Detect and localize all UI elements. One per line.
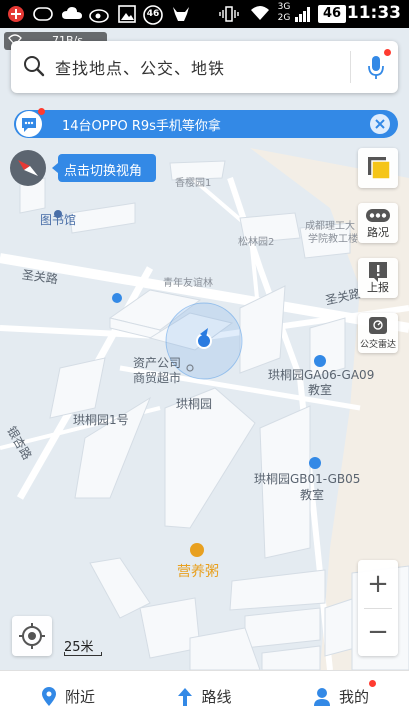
view-switch-tip-text: 点击切换视角 [64, 164, 143, 179]
compass-button[interactable] [10, 150, 46, 186]
view-switch-tip[interactable]: 点击切换视角 [52, 154, 156, 182]
signal-3g-label: 3G [277, 2, 291, 12]
location-pin-icon [41, 686, 56, 706]
layers-icon [368, 157, 391, 180]
weibo-icon [88, 5, 112, 23]
map-label-gongtongyuan[interactable]: 珙桐园 [176, 395, 212, 412]
user-icon [313, 687, 330, 706]
layers-button[interactable] [358, 148, 398, 188]
bus-radar-button[interactable]: 公交雷达 [358, 313, 398, 353]
signal-2g-label: 2G [277, 13, 291, 23]
bottom-nav: 附近 路线 我的 [0, 670, 409, 722]
wifi-icon [249, 5, 271, 23]
signal-strength-icon [293, 5, 313, 23]
scale-bar [64, 652, 102, 656]
promo-text: 14台OPPO R9s手机等你拿 [62, 119, 221, 134]
nav-nearby[interactable]: 附近 [0, 671, 136, 722]
map-label-gongtongyuan-1[interactable]: 珙桐园1号 [73, 411, 129, 428]
nav-route-label: 路线 [201, 688, 232, 706]
promo-badge [38, 108, 45, 115]
nav-nearby-label: 附近 [64, 688, 95, 706]
zoom-in-button[interactable]: + [358, 560, 398, 608]
zoom-control: + − [358, 560, 398, 656]
search-input[interactable]: 查找地点、公交、地铁 [55, 55, 225, 79]
battery-level: 46 [322, 6, 342, 21]
cloud-icon [60, 5, 84, 23]
signal-labels: 3G 2G [275, 2, 293, 23]
close-icon[interactable] [370, 114, 390, 134]
vibrate-icon [218, 5, 240, 23]
search-bar[interactable]: 查找地点、公交、地铁 [11, 41, 398, 93]
compass-icon [18, 160, 38, 176]
mine-badge [369, 680, 376, 687]
route-arrow-icon [178, 687, 193, 706]
app-notification-icon [6, 5, 26, 23]
traffic-label: 路况 [367, 226, 389, 239]
bus-radar-icon [369, 317, 387, 334]
bull-icon [170, 5, 192, 23]
map-label-porridge[interactable]: 营养粥 [177, 561, 219, 581]
map-label-youth-forest[interactable]: 青年友谊林 [163, 274, 213, 289]
map-label-mall[interactable]: 商贸超市 [133, 369, 181, 386]
search-icon [23, 55, 45, 81]
zoom-out-button[interactable]: − [358, 608, 398, 656]
tip-arrow [52, 163, 58, 173]
promo-banner[interactable]: 14台OPPO R9s手机等你拿 [14, 108, 398, 138]
microphone-icon[interactable] [367, 53, 385, 85]
message-bubble-icon [16, 111, 42, 137]
battery-indicator: 46 [318, 5, 346, 23]
map-label-xiangyuan[interactable]: 香樱园1 [175, 174, 211, 189]
report-label: 上报 [367, 281, 389, 294]
map-label-library[interactable]: 图书馆 [40, 211, 76, 228]
traffic-button[interactable]: 路况 [358, 203, 398, 243]
image-icon [116, 5, 138, 23]
nav-route[interactable]: 路线 [136, 671, 273, 722]
locate-icon [19, 623, 45, 649]
message-icon [32, 5, 54, 23]
map-label-gongtongyuan-gb[interactable]: 珙桐园GB01-GB05 [254, 470, 360, 487]
status-bar: 46 3G 2G 46 11:33 [0, 0, 409, 28]
locate-button[interactable] [12, 616, 52, 656]
search-divider [350, 51, 351, 83]
clock: 11:33 [346, 3, 401, 23]
network-badge: 46 [142, 5, 164, 25]
microphone-badge [384, 49, 391, 56]
nav-mine-label: 我的 [338, 688, 369, 706]
map-label-classroom-1[interactable]: 教室 [308, 381, 332, 398]
bus-radar-label: 公交雷达 [359, 340, 396, 350]
map-label-songlin[interactable]: 松林园2 [238, 233, 274, 248]
nav-mine[interactable]: 我的 [273, 671, 409, 722]
map-label-institute-sub[interactable]: 学院教工楼 [308, 230, 358, 245]
report-button[interactable]: 上报 [358, 258, 398, 298]
map-label-classroom-2[interactable]: 教室 [300, 486, 324, 503]
